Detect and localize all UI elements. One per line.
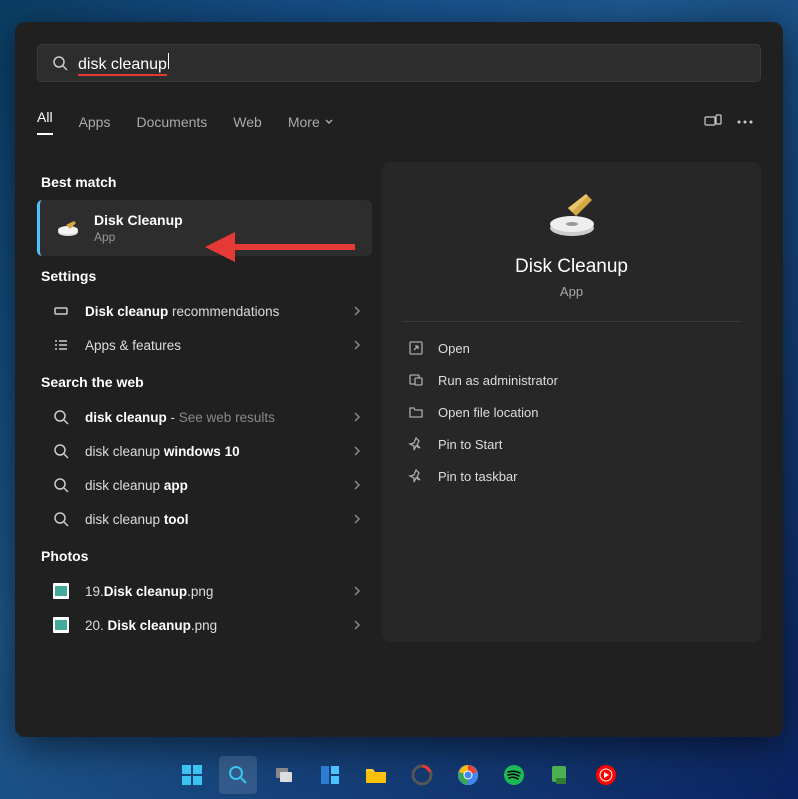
chevron-right-icon xyxy=(352,305,362,317)
shield-icon xyxy=(408,372,424,388)
apps-list-icon xyxy=(53,337,69,353)
taskbar-widgets[interactable] xyxy=(311,756,349,794)
image-file-icon xyxy=(53,583,69,599)
list-item-label: Disk cleanup recommendations xyxy=(85,304,279,319)
chevron-down-icon xyxy=(324,117,334,127)
taskbar-search-button[interactable] xyxy=(219,756,257,794)
filter-tabs: All Apps Documents Web More xyxy=(37,106,761,146)
search-query-text: disk cleanup xyxy=(78,53,169,74)
tab-web[interactable]: Web xyxy=(233,114,262,130)
list-item-label: disk cleanup - See web results xyxy=(85,410,275,425)
action-label: Open xyxy=(438,341,470,356)
divider xyxy=(402,321,741,322)
taskbar-task-view[interactable] xyxy=(265,756,303,794)
action-label: Open file location xyxy=(438,405,538,420)
results-column: Best match Disk Cleanup App Settings Dis xyxy=(37,162,372,642)
chevron-right-icon xyxy=(352,585,362,597)
open-icon xyxy=(408,340,424,356)
disk-cleanup-app-icon xyxy=(544,190,600,238)
chevron-right-icon xyxy=(352,479,362,491)
details-subtitle: App xyxy=(402,284,741,299)
action-run-admin[interactable]: Run as administrator xyxy=(402,364,741,396)
section-best-match: Best match xyxy=(41,174,372,190)
taskbar-app-1[interactable] xyxy=(403,756,441,794)
tab-all[interactable]: All xyxy=(37,109,53,135)
taskbar-app-2[interactable] xyxy=(541,756,579,794)
action-pin-start[interactable]: Pin to Start xyxy=(402,428,741,460)
chevron-right-icon xyxy=(352,411,362,423)
list-item-label: disk cleanup tool xyxy=(85,512,189,527)
action-label: Pin to Start xyxy=(438,437,502,452)
annotation-arrow xyxy=(205,222,355,272)
settings-item-recommendations[interactable]: Disk cleanup recommendations xyxy=(37,294,372,328)
storage-icon xyxy=(53,303,69,319)
search-icon xyxy=(53,443,69,459)
chevron-right-icon xyxy=(352,445,362,457)
taskbar-explorer[interactable] xyxy=(357,756,395,794)
more-options-icon[interactable] xyxy=(729,106,761,138)
devices-icon[interactable] xyxy=(697,106,729,138)
action-open[interactable]: Open xyxy=(402,332,741,364)
list-item-label: Apps & features xyxy=(85,338,181,353)
search-icon xyxy=(53,409,69,425)
taskbar-start-button[interactable] xyxy=(173,756,211,794)
search-icon xyxy=(53,477,69,493)
section-photos: Photos xyxy=(41,548,372,564)
image-file-icon xyxy=(53,617,69,633)
web-result-4[interactable]: disk cleanup tool xyxy=(37,502,372,536)
search-box[interactable]: disk cleanup xyxy=(37,44,761,82)
taskbar-spotify[interactable] xyxy=(495,756,533,794)
tab-apps[interactable]: Apps xyxy=(79,114,111,130)
taskbar-chrome[interactable] xyxy=(449,756,487,794)
list-item-label: disk cleanup windows 10 xyxy=(85,444,240,459)
chevron-right-icon xyxy=(352,513,362,525)
details-panel: Disk Cleanup App Open Run as administrat… xyxy=(382,162,761,642)
pin-icon xyxy=(408,436,424,452)
photo-result-2[interactable]: 20. Disk cleanup.png xyxy=(37,608,372,642)
action-pin-taskbar[interactable]: Pin to taskbar xyxy=(402,460,741,492)
search-icon xyxy=(52,55,68,71)
action-label: Pin to taskbar xyxy=(438,469,518,484)
taskbar xyxy=(0,755,798,795)
settings-item-apps-features[interactable]: Apps & features xyxy=(37,328,372,362)
section-search-web: Search the web xyxy=(41,374,372,390)
taskbar-youtube-music[interactable] xyxy=(587,756,625,794)
best-match-subtitle: App xyxy=(94,230,183,244)
search-icon xyxy=(53,511,69,527)
start-search-panel: disk cleanup All Apps Documents Web More… xyxy=(15,22,783,737)
action-open-location[interactable]: Open file location xyxy=(402,396,741,428)
photo-result-1[interactable]: 19.Disk cleanup.png xyxy=(37,574,372,608)
best-match-title: Disk Cleanup xyxy=(94,212,183,228)
disk-cleanup-icon xyxy=(56,219,80,237)
tab-more[interactable]: More xyxy=(288,114,334,130)
web-result-2[interactable]: disk cleanup windows 10 xyxy=(37,434,372,468)
web-result-3[interactable]: disk cleanup app xyxy=(37,468,372,502)
details-title: Disk Cleanup xyxy=(402,256,741,278)
folder-icon xyxy=(408,404,424,420)
web-result-1[interactable]: disk cleanup - See web results xyxy=(37,400,372,434)
list-item-label: 19.Disk cleanup.png xyxy=(85,584,213,599)
action-label: Run as administrator xyxy=(438,373,558,388)
list-item-label: 20. Disk cleanup.png xyxy=(85,618,217,633)
chevron-right-icon xyxy=(352,619,362,631)
pin-icon xyxy=(408,468,424,484)
list-item-label: disk cleanup app xyxy=(85,478,188,493)
tab-documents[interactable]: Documents xyxy=(136,114,207,130)
chevron-right-icon xyxy=(352,339,362,351)
